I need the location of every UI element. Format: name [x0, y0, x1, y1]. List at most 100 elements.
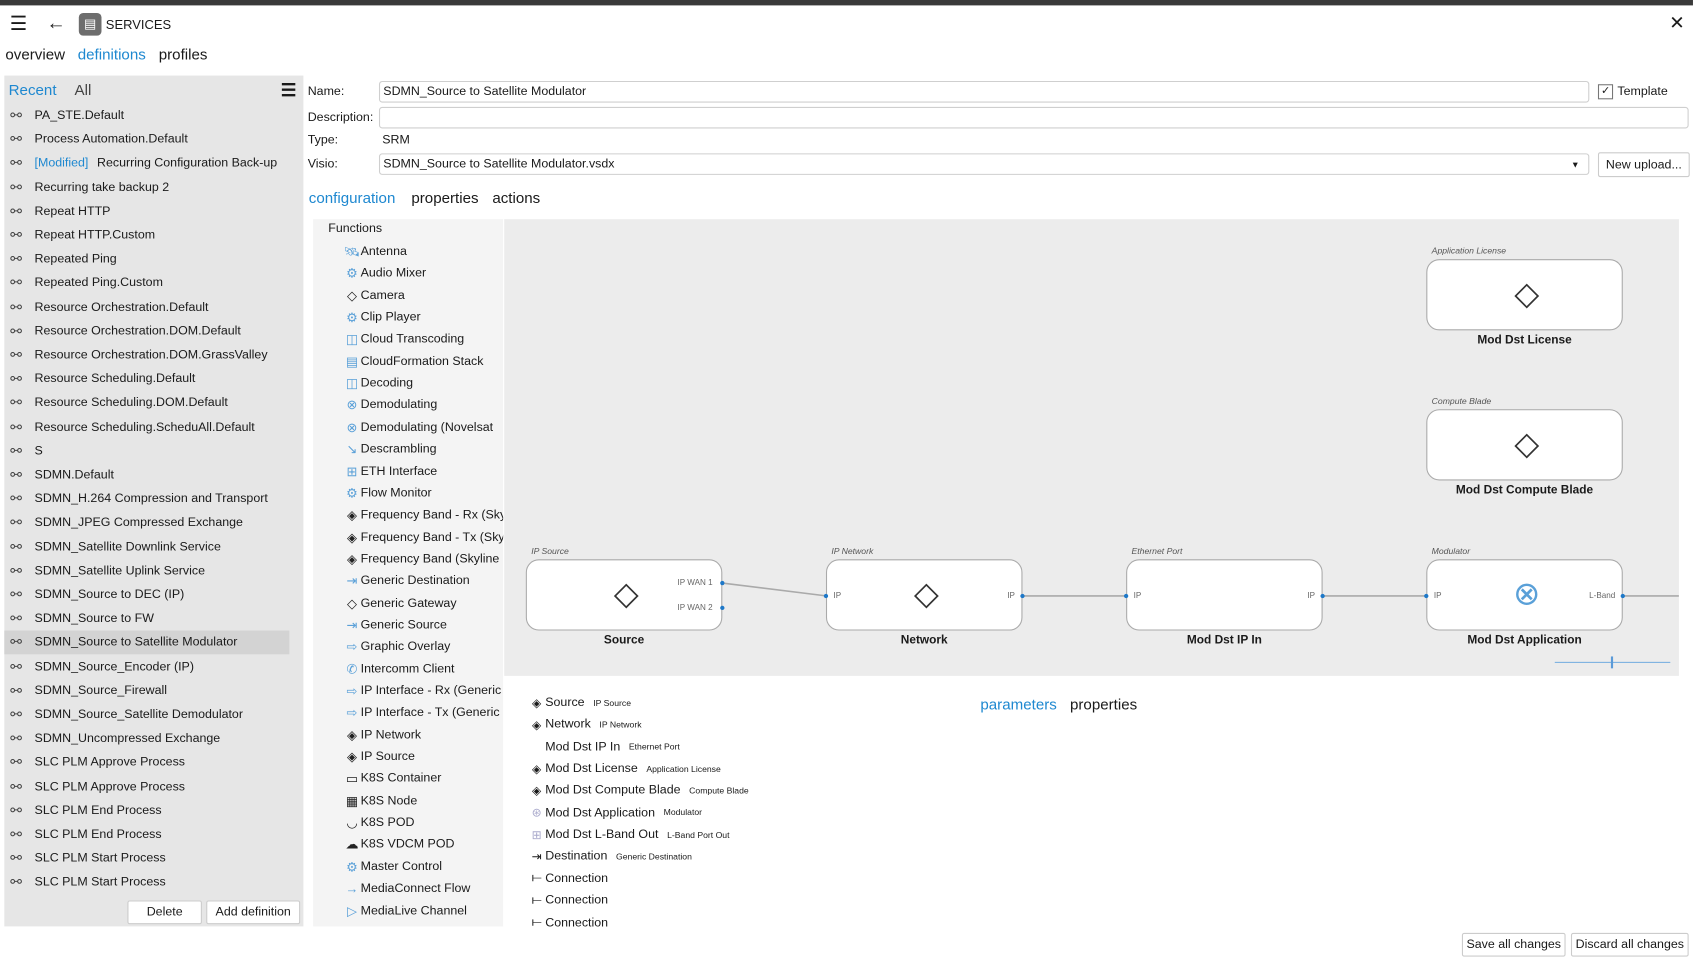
- definition-list-item[interactable]: ⚯ SDMN_Satellite Downlink Service: [4, 535, 289, 559]
- name-input[interactable]: SDMN_Source to Satellite Modulator: [378, 80, 1590, 103]
- port-connector[interactable]: [1320, 593, 1325, 599]
- function-item[interactable]: ◈ Frequency Band (Skyline: [343, 548, 499, 570]
- diagram-node[interactable]: ◇ IP IP: [823, 559, 1025, 631]
- component-list-item[interactable]: ⟝ Connection: [529, 890, 608, 912]
- definition-list-item[interactable]: ⚯ Repeated Ping: [4, 247, 289, 271]
- tab-parameters[interactable]: parameters: [980, 695, 1056, 712]
- delete-button[interactable]: Delete: [127, 900, 202, 925]
- definition-list-item[interactable]: ⚯ SDMN_Source to Satellite Modulator: [4, 630, 290, 655]
- component-list-item[interactable]: ⊞ Mod Dst L-Band Out L-Band Port Out: [529, 824, 730, 846]
- function-item[interactable]: ⇨ IP Interface - Tx (Generic: [343, 702, 500, 724]
- function-item[interactable]: ▤ CloudFormation Stack: [343, 351, 484, 373]
- definition-list-item[interactable]: ⚯ SLC PLM Start Process: [4, 847, 289, 871]
- description-input[interactable]: [378, 106, 1689, 129]
- function-item[interactable]: ⊗ Demodulating: [343, 395, 438, 417]
- definition-list-item[interactable]: ⚯ SDMN_Source_Encoder (IP): [4, 655, 289, 679]
- port-connector[interactable]: [1620, 593, 1625, 599]
- save-all-changes-button[interactable]: Save all changes: [1461, 932, 1566, 957]
- diagram-node[interactable]: ◇ IP WAN 1 IP WAN 2: [525, 559, 725, 631]
- diagram-node[interactable]: ◇: [1426, 409, 1623, 481]
- component-list-item[interactable]: ⊛ Mod Dst Application Modulator: [529, 802, 702, 824]
- diagram-node[interactable]: ⊗ IP L-Band: [1424, 559, 1625, 631]
- definition-list-item[interactable]: ⚯ PA_STE.Default: [4, 104, 289, 128]
- function-item[interactable]: ✆ Intercomm Client: [343, 658, 455, 680]
- definition-list-item[interactable]: ⚯ SDMN_H.264 Compression and Transport: [4, 487, 289, 511]
- function-item[interactable]: ⚙ Flow Monitor: [343, 482, 432, 504]
- tab-bottom-properties[interactable]: properties: [1070, 695, 1137, 712]
- function-item[interactable]: ◫ Cloud Transcoding: [343, 329, 464, 351]
- function-item[interactable]: ◈ IP Source: [343, 746, 415, 768]
- definition-list-item[interactable]: ⚯ SDMN_Source to FW: [4, 607, 289, 631]
- tab-definitions[interactable]: definitions: [78, 45, 146, 62]
- port-connector[interactable]: [1020, 593, 1025, 599]
- discard-all-changes-button[interactable]: Discard all changes: [1570, 932, 1689, 957]
- filter-recent[interactable]: Recent: [9, 81, 57, 98]
- tab-overview[interactable]: overview: [5, 45, 65, 62]
- definition-list-item[interactable]: ⚯ Resource Orchestration.Default: [4, 295, 289, 319]
- port-connector[interactable]: [1424, 593, 1429, 599]
- diagram-canvas[interactable]: IP Source ◇ IP WAN 1 IP WAN 2 Source IP Netwo…: [504, 219, 1679, 676]
- definition-list-item[interactable]: ⚯ Process Automation.Default: [4, 128, 289, 152]
- subtab-properties[interactable]: properties: [411, 189, 478, 206]
- component-list-item[interactable]: ⟝ Connection: [529, 912, 608, 934]
- definition-list-item[interactable]: ⚯ SLC PLM End Process: [4, 799, 289, 823]
- port-connector[interactable]: [1123, 593, 1129, 599]
- function-item[interactable]: ◈ Frequency Band - Rx (Sky: [343, 504, 503, 526]
- definition-list-item[interactable]: ⚯ SLC PLM End Process: [4, 823, 289, 847]
- definition-list-item[interactable]: ⚯ SDMN.Default: [4, 463, 289, 487]
- definition-list-item[interactable]: ⚯ Recurring take backup 2: [4, 176, 289, 200]
- list-view-icon[interactable]: ☰: [281, 80, 296, 102]
- function-item[interactable]: ⇨ Graphic Overlay: [343, 636, 451, 658]
- definition-list-item[interactable]: ⚯ Repeat HTTP.Custom: [4, 223, 289, 247]
- back-arrow-icon[interactable]: ←: [46, 12, 65, 35]
- function-item[interactable]: 🛰 Antenna: [343, 241, 407, 263]
- component-list-item[interactable]: ⇥ Destination Generic Destination: [529, 846, 692, 868]
- visio-select[interactable]: SDMN_Source to Satellite Modulator.vsdx ▼: [378, 153, 1590, 175]
- diagram-node[interactable]: IP IP: [1123, 559, 1325, 631]
- function-item[interactable]: ◇ Generic Gateway: [343, 592, 457, 614]
- tab-profiles[interactable]: profiles: [159, 45, 208, 62]
- hamburger-menu-icon[interactable]: ☰: [10, 13, 27, 36]
- definition-list-item[interactable]: ⚯ SLC PLM Start Process: [4, 871, 289, 895]
- function-item[interactable]: ▭ K8S Container: [343, 768, 442, 790]
- definition-list-item[interactable]: ⚯ SDMN_JPEG Compressed Exchange: [4, 511, 289, 535]
- function-item[interactable]: ⊗ Demodulating (Novelsat: [343, 417, 494, 439]
- close-icon[interactable]: ✕: [1669, 13, 1684, 35]
- component-list-item[interactable]: Mod Dst IP In Ethernet Port: [529, 736, 680, 758]
- definition-list-item[interactable]: ⚯ SDMN_Satellite Uplink Service: [4, 559, 289, 583]
- function-item[interactable]: ◈ Frequency Band - Tx (Sky: [343, 526, 503, 548]
- definition-list-item[interactable]: ⚯ SDMN_Source_Satellite Demodulator: [4, 703, 289, 727]
- add-definition-button[interactable]: Add definition: [206, 900, 301, 925]
- function-item[interactable]: ◡ K8S POD: [343, 812, 414, 834]
- function-item[interactable]: ⚙ Clip Player: [343, 307, 420, 329]
- function-item[interactable]: ☁ K8S VDCM POD: [343, 834, 455, 856]
- function-item[interactable]: ⊞ ETH Interface: [343, 460, 438, 482]
- definition-list-item[interactable]: ⚯ Repeated Ping.Custom: [4, 271, 289, 295]
- port-connector[interactable]: [823, 593, 829, 599]
- definition-list-item[interactable]: ⚯ SLC PLM Approve Process: [4, 775, 289, 799]
- component-list-item[interactable]: ⟝ Connection: [529, 868, 608, 890]
- diagram-node[interactable]: ◇: [1426, 259, 1623, 331]
- definition-list-item[interactable]: ⚯ Resource Scheduling.ScheduAll.Default: [4, 415, 289, 439]
- definition-list-item[interactable]: ⚯ Resource Orchestration.DOM.Default: [4, 319, 289, 343]
- definition-list-item[interactable]: ⚯ SLC PLM Approve Process: [4, 751, 289, 775]
- definition-list-item[interactable]: ⚯ SDMN_Uncompressed Exchange: [4, 727, 289, 751]
- definition-list-item[interactable]: ⚯ Resource Orchestration.DOM.GrassValley: [4, 343, 289, 367]
- zoom-slider-thumb[interactable]: [1610, 656, 1614, 669]
- definition-list-item[interactable]: ⚯ Repeat HTTP: [4, 200, 289, 224]
- subtab-actions[interactable]: actions: [492, 189, 540, 206]
- function-item[interactable]: → MediaConnect Flow: [343, 878, 471, 900]
- definition-list-item[interactable]: ⚯ [Modified] Recurring Configuration Back-…: [4, 152, 289, 176]
- function-item[interactable]: ⇥ Generic Destination: [343, 570, 470, 592]
- function-item[interactable]: ⚙ Audio Mixer: [343, 263, 426, 285]
- function-item[interactable]: ⇥ Generic Source: [343, 614, 447, 636]
- function-item[interactable]: ↘ Descrambling: [343, 439, 437, 461]
- definition-list-item[interactable]: ⚯ SDMN_Source_Firewall: [4, 679, 289, 703]
- component-list-item[interactable]: ◈ Mod Dst License Application License: [529, 758, 721, 780]
- function-item[interactable]: ◈ IP Network: [343, 724, 421, 746]
- definition-list-item[interactable]: ⚯ Resource Scheduling.DOM.Default: [4, 391, 289, 415]
- filter-all[interactable]: All: [74, 81, 91, 98]
- function-item[interactable]: ⇨ IP Interface - Rx (Generic: [343, 680, 502, 702]
- function-item[interactable]: ◇ Camera: [343, 285, 405, 307]
- new-upload-button[interactable]: New upload...: [1597, 152, 1690, 178]
